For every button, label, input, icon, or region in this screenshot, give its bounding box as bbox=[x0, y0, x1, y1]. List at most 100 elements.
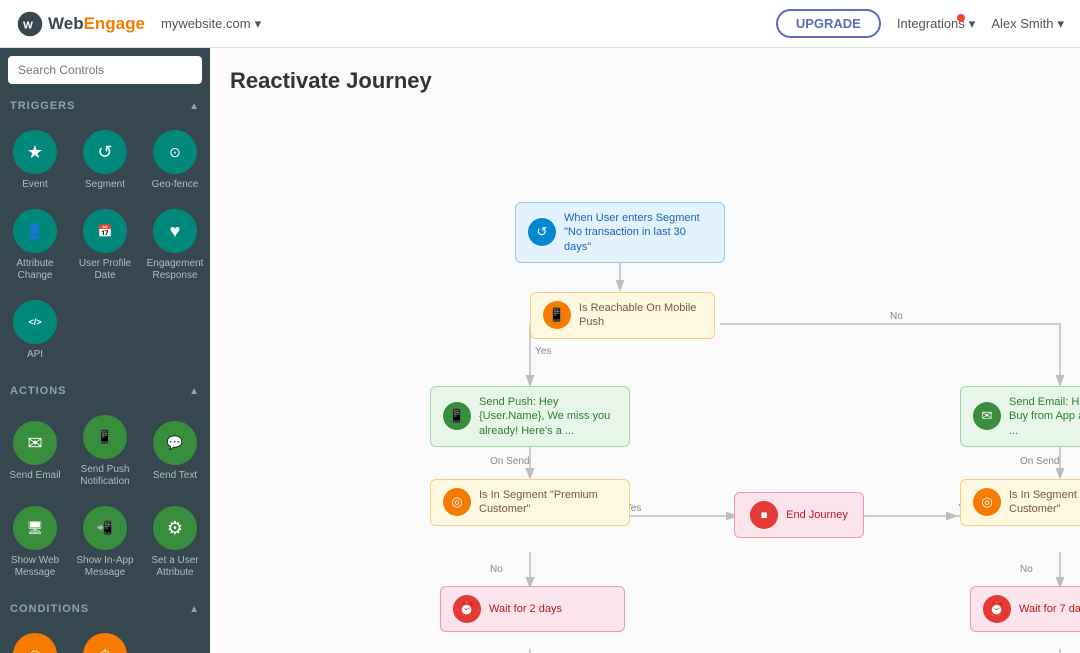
geofence-label: Geo-fence bbox=[152, 179, 199, 191]
sidebar-item-segment[interactable]: ↺ Segment bbox=[70, 120, 140, 199]
flow-svg: Yes No On Send On Send Yes Yes bbox=[230, 114, 1060, 653]
svg-text:W: W bbox=[23, 19, 33, 31]
api-label: API bbox=[27, 349, 43, 361]
send-push-left-icon: 📱 bbox=[443, 402, 471, 430]
logo: W WebEngage bbox=[16, 10, 145, 38]
chevron-down-icon: ▾ bbox=[1057, 16, 1064, 32]
svg-text:Yes: Yes bbox=[535, 346, 551, 357]
sidebar-item-show-web[interactable]: 🖥 Show Web Message bbox=[0, 496, 70, 587]
svg-text:On Send: On Send bbox=[490, 456, 529, 467]
segment-left-icon: ◎ bbox=[443, 488, 471, 516]
actions-section-header[interactable]: ACTIONS ▲ bbox=[0, 377, 210, 401]
site-selector[interactable]: mywebsite.com ▾ bbox=[161, 16, 261, 32]
show-inapp-label: Show In-App Message bbox=[74, 555, 136, 579]
set-attribute-icon: ⚙ bbox=[153, 506, 197, 550]
wait-right-icon: ⏰ bbox=[983, 595, 1011, 623]
svg-text:No: No bbox=[490, 564, 503, 575]
canvas-area: Reactivate Journey Yes No bbox=[210, 48, 1080, 653]
segment-left-node[interactable]: ◎ Is In Segment "Premium Customer" bbox=[430, 479, 630, 526]
segment-icon: ↺ bbox=[83, 130, 127, 174]
sidebar-item-condition1[interactable]: ◎ bbox=[0, 623, 70, 653]
search-input[interactable] bbox=[8, 56, 202, 84]
show-inapp-icon: 📲 bbox=[83, 506, 127, 550]
condition-reachable-node[interactable]: 📱 Is Reachable On Mobile Push bbox=[530, 292, 715, 339]
logo-text: WebEngage bbox=[48, 14, 145, 34]
attribute-change-label: Attribute Change bbox=[4, 258, 66, 282]
send-text-label: Send Text bbox=[153, 470, 197, 482]
actions-label: ACTIONS bbox=[10, 385, 67, 397]
condition-reachable-text: Is Reachable On Mobile Push bbox=[579, 301, 702, 330]
sidebar-item-event[interactable]: ★ Event bbox=[0, 120, 70, 199]
send-text-icon: 💬 bbox=[153, 421, 197, 465]
segment-right-text: Is In Segment "Premium Customer" bbox=[1009, 488, 1080, 517]
end-journey-node[interactable]: ⏹ End Journey bbox=[734, 492, 864, 538]
sidebar-item-engagement[interactable]: ♥ Engagement Response bbox=[140, 199, 210, 290]
send-email-icon: ✉ bbox=[13, 421, 57, 465]
user-name: Alex Smith bbox=[991, 16, 1053, 31]
wait-right-node[interactable]: ⏰ Wait for 7 days bbox=[970, 586, 1080, 632]
conditions-section-header[interactable]: CONDITIONS ▲ bbox=[0, 595, 210, 619]
conditions-chevron-icon: ▲ bbox=[189, 604, 200, 615]
show-web-icon: 🖥 bbox=[13, 506, 57, 550]
sidebar-item-user-profile[interactable]: 📅 User Profile Date bbox=[70, 199, 140, 290]
integrations-label: Integrations bbox=[897, 16, 965, 31]
flow-diagram: Yes No On Send On Send Yes Yes bbox=[230, 114, 1060, 653]
actions-grid: ✉ Send Email 📱 Send Push Notification 💬 … bbox=[0, 401, 210, 595]
send-email-label: Send Email bbox=[9, 470, 60, 482]
triggers-section-header[interactable]: TRIGGERS ▲ bbox=[0, 92, 210, 116]
site-name: mywebsite.com bbox=[161, 16, 251, 31]
triggers-label: TRIGGERS bbox=[10, 100, 75, 112]
end-journey-icon: ⏹ bbox=[750, 501, 778, 529]
sidebar-item-condition2[interactable]: ⏱ bbox=[70, 623, 140, 653]
send-push-left-node[interactable]: 📱 Send Push: Hey {User.Name}, We miss yo… bbox=[430, 386, 630, 447]
api-icon: </> bbox=[13, 300, 57, 344]
svg-text:On Send: On Send bbox=[1020, 456, 1059, 467]
sidebar-item-attribute-change[interactable]: 👤 Attribute Change bbox=[0, 199, 70, 290]
user-profile-label: User Profile Date bbox=[74, 258, 136, 282]
segment-left-text: Is In Segment "Premium Customer" bbox=[479, 488, 617, 517]
wait-left-node[interactable]: ⏰ Wait for 2 days bbox=[440, 586, 625, 632]
integrations-button[interactable]: Integrations ▾ bbox=[897, 16, 975, 32]
event-icon: ★ bbox=[13, 130, 57, 174]
conditions-label: CONDITIONS bbox=[10, 603, 89, 615]
main-layout: TRIGGERS ▲ ★ Event ↺ Segment ⊙ Geo-fence… bbox=[0, 48, 1080, 653]
end-journey-text: End Journey bbox=[786, 508, 848, 522]
chevron-down-icon: ▾ bbox=[255, 16, 262, 32]
actions-chevron-icon: ▲ bbox=[189, 386, 200, 397]
wait-left-text: Wait for 2 days bbox=[489, 602, 562, 616]
segment-label: Segment bbox=[85, 179, 125, 191]
engagement-label: Engagement Response bbox=[144, 258, 206, 282]
sidebar-item-send-email[interactable]: ✉ Send Email bbox=[0, 405, 70, 496]
topnav: W WebEngage mywebsite.com ▾ UPGRADE Inte… bbox=[0, 0, 1080, 48]
trigger-node[interactable]: ↺ When User enters Segment "No transacti… bbox=[515, 202, 725, 263]
conditions-grid: ◎ ⏱ bbox=[0, 619, 210, 653]
sidebar-item-set-attribute[interactable]: ⚙ Set a User Attribute bbox=[140, 496, 210, 587]
sidebar-item-show-inapp[interactable]: 📲 Show In-App Message bbox=[70, 496, 140, 587]
sidebar-item-send-push[interactable]: 📱 Send Push Notification bbox=[70, 405, 140, 496]
condition2-icon: ⏱ bbox=[83, 633, 127, 653]
segment-right-icon: ◎ bbox=[973, 488, 1001, 516]
segment-right-node[interactable]: ◎ Is In Segment "Premium Customer" bbox=[960, 479, 1080, 526]
send-push-left-text: Send Push: Hey {User.Name}, We miss you … bbox=[479, 395, 617, 438]
user-profile-icon: 📅 bbox=[83, 209, 127, 253]
svg-text:No: No bbox=[890, 311, 903, 322]
wait-right-text: Wait for 7 days bbox=[1019, 602, 1080, 616]
sidebar-item-send-text[interactable]: 💬 Send Text bbox=[140, 405, 210, 496]
page-title: Reactivate Journey bbox=[230, 68, 1060, 94]
chevron-down-icon: ▾ bbox=[969, 16, 976, 32]
condition-reachable-icon: 📱 bbox=[543, 301, 571, 329]
send-push-label: Send Push Notification bbox=[74, 464, 136, 488]
triggers-grid: ★ Event ↺ Segment ⊙ Geo-fence 👤 Attribut… bbox=[0, 116, 210, 377]
trigger-node-text: When User enters Segment "No transaction… bbox=[564, 211, 712, 254]
sidebar: TRIGGERS ▲ ★ Event ↺ Segment ⊙ Geo-fence… bbox=[0, 48, 210, 653]
show-web-label: Show Web Message bbox=[4, 555, 66, 579]
send-email-right-icon: ✉ bbox=[973, 402, 1001, 430]
event-label: Event bbox=[22, 179, 48, 191]
engagement-icon: ♥ bbox=[153, 209, 197, 253]
send-email-right-node[interactable]: ✉ Send Email: Hi {User.Name}, Buy from A… bbox=[960, 386, 1080, 447]
svg-text:No: No bbox=[1020, 564, 1033, 575]
sidebar-item-geofence[interactable]: ⊙ Geo-fence bbox=[140, 120, 210, 199]
user-menu-button[interactable]: Alex Smith ▾ bbox=[991, 16, 1064, 32]
upgrade-button[interactable]: UPGRADE bbox=[776, 9, 881, 38]
sidebar-item-api[interactable]: </> API bbox=[0, 290, 70, 369]
